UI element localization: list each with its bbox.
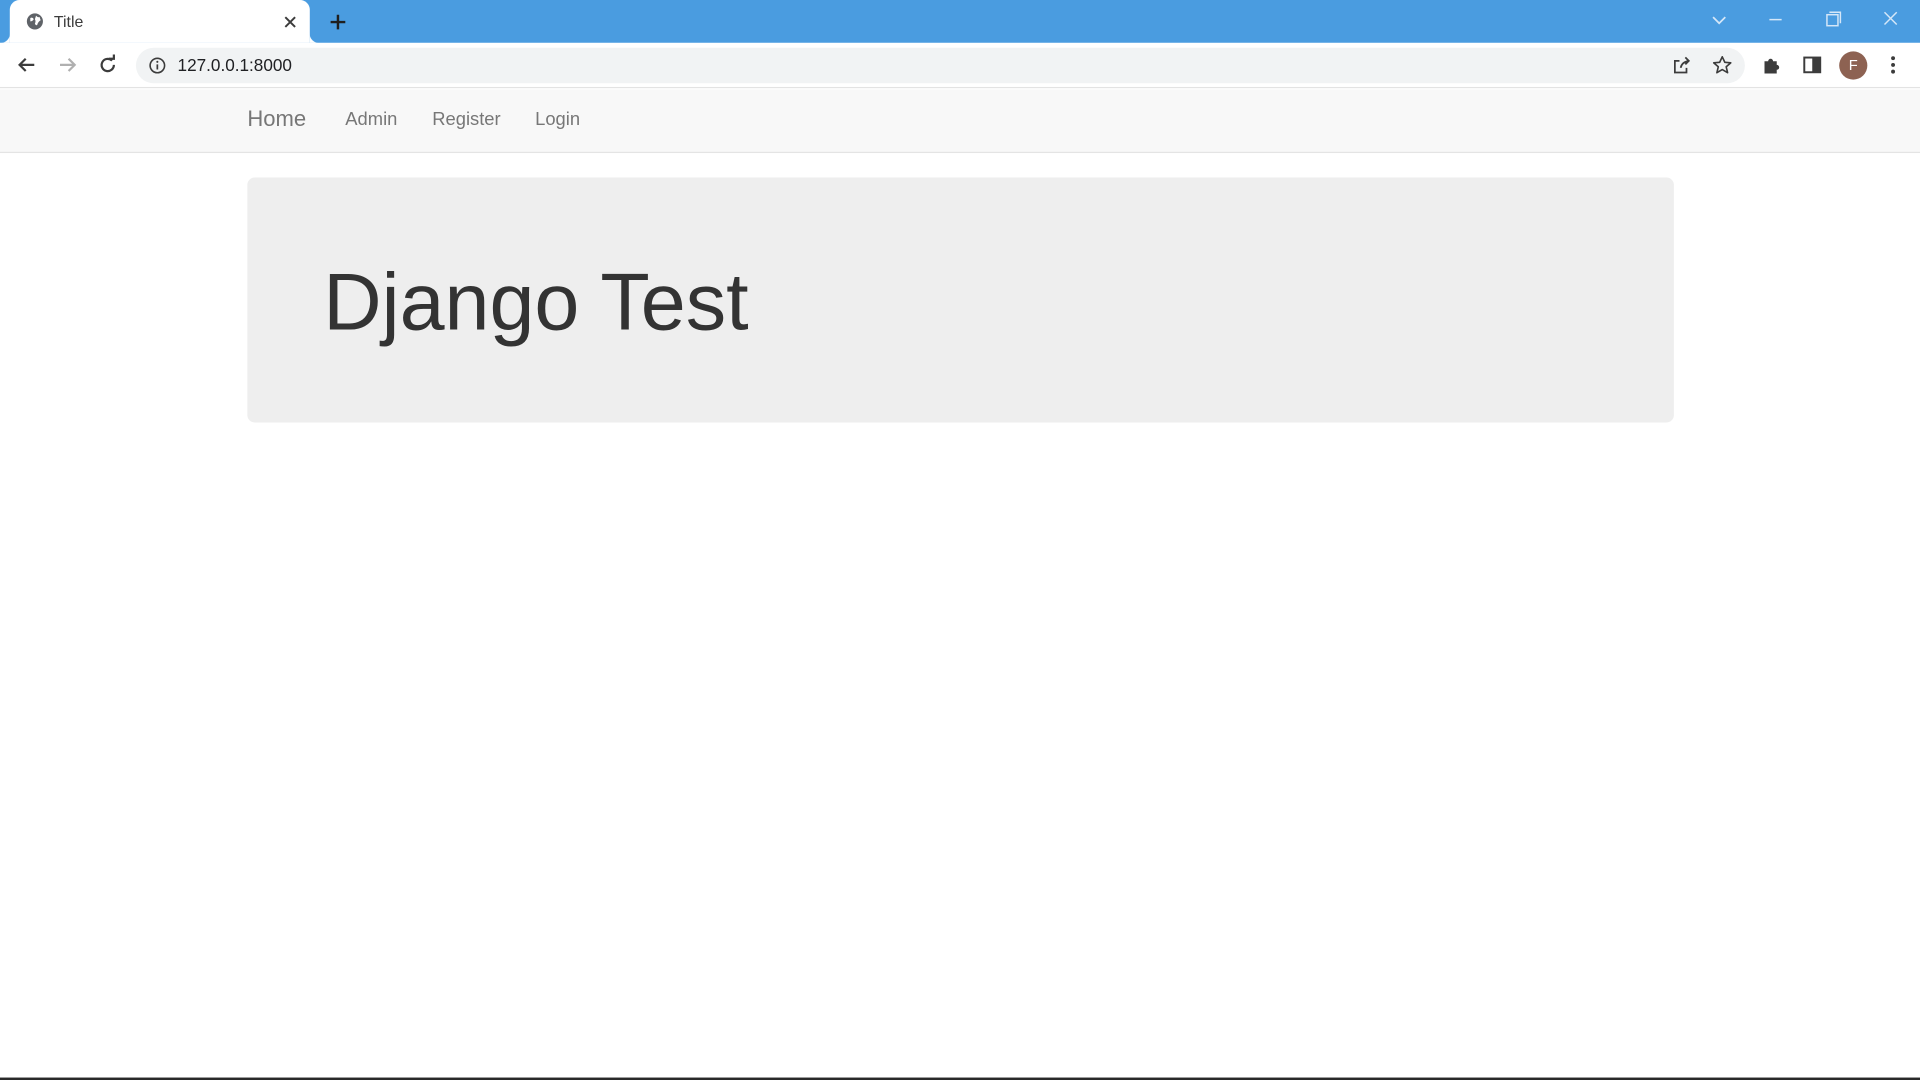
- extensions-puzzle-icon[interactable]: [1760, 53, 1784, 77]
- nav-link-admin[interactable]: Admin: [345, 109, 397, 130]
- share-icon[interactable]: [1670, 54, 1693, 77]
- side-panel-icon[interactable]: [1800, 53, 1824, 77]
- bookmark-star-icon[interactable]: [1711, 54, 1734, 77]
- browser-tab[interactable]: Title: [0, 0, 320, 43]
- page-heading: Django Test: [323, 255, 749, 347]
- minimize-icon[interactable]: [1761, 7, 1790, 31]
- reload-icon[interactable]: [96, 53, 120, 77]
- nav-link-login[interactable]: Login: [535, 109, 580, 130]
- tab-title: Title: [53, 12, 84, 31]
- restore-icon[interactable]: [1818, 7, 1847, 31]
- new-tab-icon[interactable]: [326, 10, 350, 34]
- browser-tab-strip: Title: [0, 0, 1920, 43]
- forward-arrow-icon[interactable]: [55, 53, 79, 77]
- url-text[interactable]: 127.0.0.1:8000: [178, 55, 292, 75]
- address-bar[interactable]: 127.0.0.1:8000: [135, 47, 1745, 84]
- menu-kebab-icon[interactable]: [1881, 53, 1905, 77]
- site-navbar: Home Admin Register Login: [0, 89, 1920, 154]
- window-close-icon[interactable]: [1876, 7, 1905, 31]
- nav-brand-home[interactable]: Home: [247, 107, 306, 133]
- profile-avatar[interactable]: F: [1839, 51, 1868, 80]
- tab-search-chevron-icon[interactable]: [1704, 7, 1733, 31]
- site-info-icon[interactable]: [148, 56, 166, 74]
- nav-link-register[interactable]: Register: [432, 109, 500, 130]
- back-arrow-icon[interactable]: [15, 53, 39, 77]
- globe-icon: [26, 13, 43, 30]
- browser-toolbar: 127.0.0.1:8000 F: [0, 42, 1920, 89]
- hero-jumbotron: Django Test: [247, 177, 1674, 423]
- close-icon[interactable]: [280, 12, 300, 32]
